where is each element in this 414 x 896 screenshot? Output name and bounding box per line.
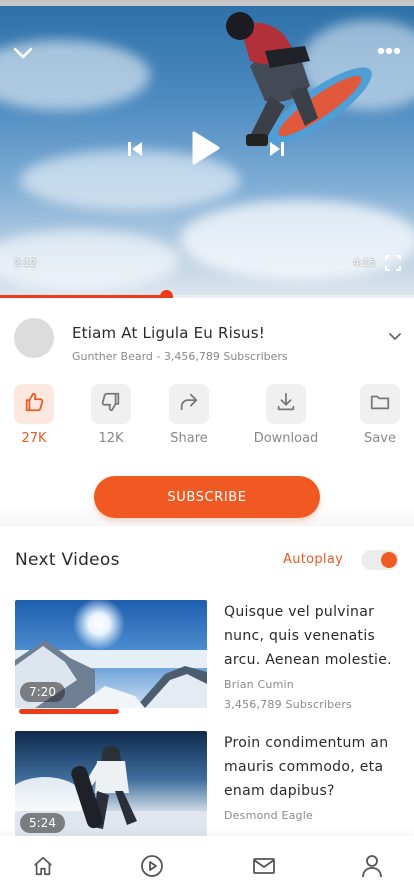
thumbs-down-icon	[100, 391, 122, 417]
list-item[interactable]: 5:24 Proin condimentum an mauris commodo…	[15, 731, 399, 843]
video-actions: 27K 12K Share Download Save	[0, 384, 414, 450]
status-strip	[0, 0, 414, 6]
download-label: Download	[253, 431, 319, 446]
autoplay-toggle-knob	[381, 552, 397, 568]
chevron-down-icon[interactable]	[12, 42, 34, 64]
video-player[interactable]: 2:12 4:15	[0, 0, 414, 298]
video-meta: Gunther Beard - 3,456,789 Subscribers	[72, 350, 288, 363]
action-box	[360, 384, 400, 424]
current-time: 2:12	[14, 258, 37, 269]
skip-previous-icon[interactable]	[124, 138, 146, 160]
save-button[interactable]: Save	[340, 384, 414, 446]
video-thumbnail[interactable]: 7:20	[15, 600, 207, 708]
dislike-count: 12K	[98, 431, 124, 446]
meta-separator: -	[152, 350, 164, 363]
more-horizontal-icon[interactable]	[376, 42, 402, 60]
play-circle-icon[interactable]	[140, 854, 164, 878]
snowboarder-image	[226, 12, 372, 146]
folder-icon	[369, 391, 391, 417]
video-title[interactable]: Proin condimentum an mauris commodo, eta…	[224, 731, 399, 803]
share-button[interactable]: Share	[149, 384, 229, 446]
duration-time: 4:15	[353, 258, 376, 269]
video-subscribers: 3,456,789 Subscribers	[224, 698, 352, 711]
like-count: 27K	[21, 431, 47, 446]
list-item[interactable]: 7:20 Quisque vel pulvinar nunc, quis ven…	[15, 600, 399, 714]
like-button[interactable]: 27K	[0, 384, 74, 446]
video-duration: 5:24	[20, 813, 65, 833]
action-box	[14, 384, 54, 424]
video-title: Etiam At Ligula Eu Risus!	[72, 324, 265, 342]
chevron-down-icon[interactable]	[388, 326, 402, 345]
home-icon[interactable]	[31, 854, 55, 878]
seek-bar-handle[interactable]	[159, 290, 173, 298]
skip-next-icon[interactable]	[266, 138, 288, 160]
dislike-button[interactable]: 12K	[71, 384, 151, 446]
fullscreen-icon[interactable]	[384, 254, 402, 272]
autoplay-label: Autoplay	[283, 552, 344, 567]
next-videos-heading: Next Videos	[15, 550, 120, 570]
play-icon[interactable]	[188, 128, 224, 168]
subscribe-area: SUBSCRIBE	[0, 470, 414, 526]
thumbs-up-icon	[23, 391, 45, 417]
mail-icon[interactable]	[252, 854, 276, 878]
cloud-decoration	[180, 200, 414, 280]
video-author[interactable]: Brian Cumin	[224, 678, 294, 691]
video-duration: 7:20	[20, 682, 65, 702]
save-label: Save	[364, 431, 396, 446]
channel-avatar[interactable]	[14, 318, 54, 358]
watched-progress	[19, 709, 119, 714]
video-info: Etiam At Ligula Eu Risus! Gunther Beard …	[0, 298, 414, 376]
share-icon	[178, 391, 200, 417]
video-thumbnail[interactable]: 5:24	[15, 731, 207, 839]
download-icon	[275, 391, 297, 417]
video-author[interactable]: Desmond Eagle	[224, 809, 313, 822]
video-title[interactable]: Quisque vel pulvinar nunc, quis venenati…	[224, 600, 399, 672]
download-button[interactable]: Download	[246, 384, 326, 446]
bottom-navigation	[0, 836, 414, 896]
autoplay-toggle[interactable]	[361, 550, 399, 570]
channel-name[interactable]: Gunther Beard	[72, 350, 153, 363]
action-box	[91, 384, 131, 424]
action-box	[169, 384, 209, 424]
user-icon[interactable]	[360, 854, 384, 878]
action-box	[266, 384, 306, 424]
subscribe-button[interactable]: SUBSCRIBE	[94, 476, 320, 518]
share-label: Share	[170, 431, 208, 446]
channel-subscribers: 3,456,789 Subscribers	[163, 350, 288, 363]
